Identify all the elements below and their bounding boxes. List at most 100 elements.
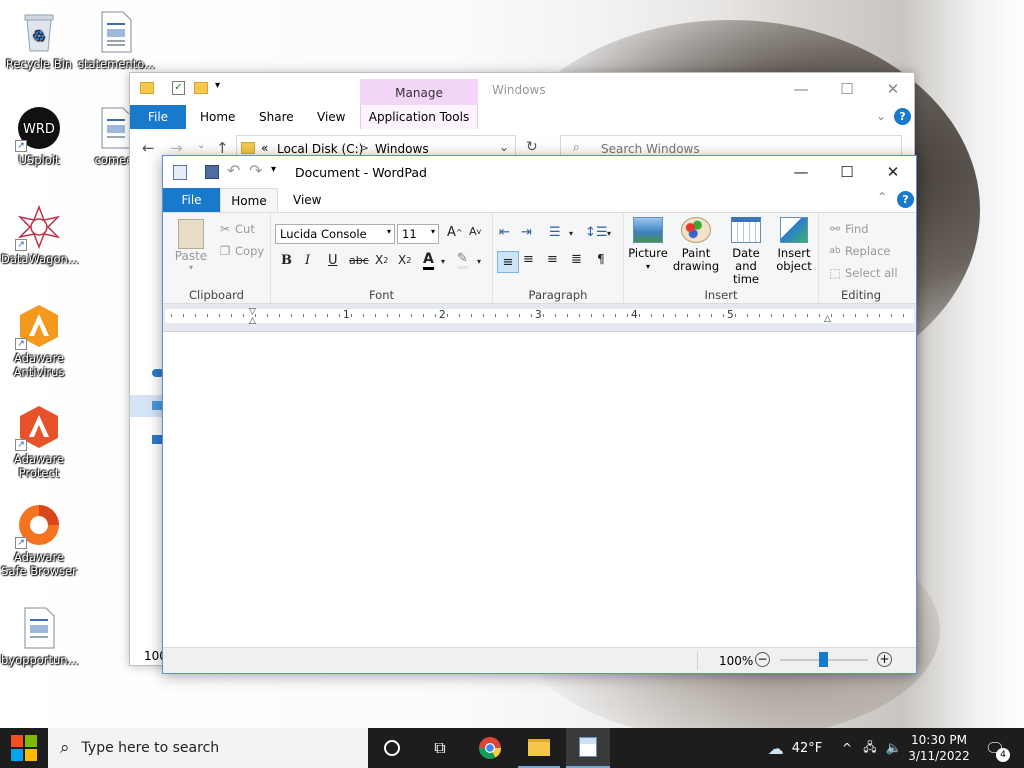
minimize-button[interactable]: —	[778, 73, 824, 105]
taskbar-search-box[interactable]: ⌕ Type here to search	[48, 728, 368, 768]
tab-view[interactable]: View	[293, 193, 321, 207]
tab-file[interactable]: File	[163, 188, 220, 212]
chevron-down-icon[interactable]: ▾	[607, 229, 611, 238]
show-hidden-icons-button[interactable]: ^	[838, 728, 856, 768]
desktop-icon-adaware-antivirus[interactable]: ↗ Adaware Antivirus	[1, 304, 77, 379]
italic-icon[interactable]: I	[305, 253, 310, 268]
bullets-icon[interactable]: ☰	[549, 225, 561, 240]
font-family-select[interactable]: Lucida Console ▾	[275, 224, 395, 244]
align-right-icon[interactable]: ≡	[547, 252, 558, 267]
decrease-indent-icon[interactable]: ⇤	[499, 225, 510, 240]
minimize-button[interactable]: —	[778, 156, 824, 188]
wordpad-taskbar-button[interactable]	[566, 728, 610, 768]
recent-dropdown-icon[interactable]: ⌄	[197, 140, 205, 151]
shrink-font-icon[interactable]: Av	[469, 225, 481, 238]
breadcrumb-overflow[interactable]: «	[261, 141, 268, 155]
font-color-icon[interactable]: A	[423, 251, 434, 270]
tab-view[interactable]: View	[317, 110, 345, 124]
zoom-out-button[interactable]: −	[755, 652, 770, 667]
paragraph-settings-icon[interactable]: ¶	[597, 252, 605, 266]
justify-icon[interactable]: ≣	[571, 252, 582, 267]
copy-button[interactable]: ❐ Copy	[215, 241, 265, 261]
address-dropdown-icon[interactable]: ⌄	[499, 140, 509, 154]
chevron-down-icon[interactable]: ▾	[477, 257, 481, 266]
tab-share[interactable]: Share	[259, 110, 294, 124]
paste-button[interactable]: Paste ▾	[173, 219, 209, 277]
volume-icon-button[interactable]: 🔈	[884, 728, 904, 768]
new-folder-icon[interactable]	[194, 82, 208, 94]
subscript-icon[interactable]: X2	[375, 253, 388, 267]
chevron-down-icon[interactable]: ▾	[569, 229, 573, 238]
replace-button[interactable]: ab Replace	[825, 241, 890, 261]
close-button[interactable]: ✕	[870, 156, 916, 188]
cut-button[interactable]: ✂ Cut	[215, 219, 255, 239]
desktop-icon-datawagon[interactable]: ↗ DataWagon...	[1, 205, 79, 266]
increase-indent-icon[interactable]: ⇥	[521, 225, 532, 240]
manage-tab[interactable]: Manage	[360, 79, 478, 105]
zoom-in-button[interactable]: +	[877, 652, 892, 667]
superscript-icon[interactable]: X2	[398, 253, 411, 267]
chevron-down-icon[interactable]: ⌄	[876, 109, 886, 123]
date-and-time-button[interactable]: Date and time	[722, 217, 770, 286]
nav-pane-this-pc-item[interactable]	[130, 395, 164, 417]
underline-icon[interactable]: U	[328, 253, 338, 268]
back-arrow-icon[interactable]: ←	[142, 139, 155, 157]
save-icon[interactable]	[205, 165, 219, 179]
tab-file[interactable]: File	[130, 105, 186, 129]
collapse-ribbon-icon[interactable]: ⌃	[877, 190, 887, 204]
quick-access-dropdown-icon[interactable]: ▾	[215, 80, 220, 91]
task-view-button[interactable]	[372, 728, 412, 768]
desktop-icon-statement[interactable]: statemento...	[78, 10, 155, 71]
clock[interactable]: 10:30 PM 3/11/2022	[906, 728, 972, 768]
help-icon[interactable]: ?	[897, 191, 914, 208]
font-size-select[interactable]: 11 ▾	[397, 224, 439, 244]
breadcrumb-windows[interactable]: Windows	[375, 142, 429, 156]
desktop-icon-byopportun[interactable]: byopportun...	[1, 606, 79, 667]
align-center-icon[interactable]: ≡	[523, 252, 534, 267]
highlight-icon[interactable]: ✎	[457, 251, 468, 269]
quick-access-dropdown-icon[interactable]: ▾	[271, 164, 276, 175]
select-all-button[interactable]: ⬚ Select all	[825, 263, 897, 283]
chevron-down-icon[interactable]: ▾	[441, 257, 445, 266]
properties-icon[interactable]: ✓	[172, 81, 185, 95]
picture-button[interactable]: Picture ▾	[628, 217, 668, 273]
network-icon-button[interactable]: 🖧	[860, 728, 880, 768]
wordpad-titlebar[interactable]: ↶ ↷ ▾ Document - WordPad — ☐ ✕	[163, 156, 916, 188]
start-button[interactable]	[0, 728, 48, 768]
refresh-icon[interactable]: ↻	[526, 139, 538, 155]
chrome-taskbar-button[interactable]	[470, 728, 510, 768]
tab-application-tools[interactable]: Application Tools	[360, 105, 478, 129]
insert-object-button[interactable]: Insert object	[772, 217, 816, 273]
line-spacing-icon[interactable]: ↕☰	[585, 225, 608, 240]
tab-home[interactable]: Home	[220, 188, 278, 213]
help-icon[interactable]: ?	[894, 108, 911, 125]
tab-home[interactable]: Home	[200, 110, 235, 124]
wordpad-window[interactable]: ↶ ↷ ▾ Document - WordPad — ☐ ✕ File Home…	[162, 155, 917, 674]
explorer-titlebar[interactable]: ✓ ▾ Manage Windows — ☐ ✕	[130, 73, 914, 105]
right-indent-marker[interactable]: △	[824, 314, 831, 324]
maximize-button[interactable]: ☐	[824, 73, 870, 105]
ruler[interactable]: ▽ △ △ 1 2 3 4 5	[163, 304, 916, 332]
weather-widget[interactable]: ☁ 42°F	[760, 728, 830, 768]
document-editing-area[interactable]	[163, 332, 916, 647]
align-left-icon[interactable]: ≡	[497, 251, 519, 273]
desktop-icon-usploit[interactable]: WRD ↗ USploit	[1, 106, 77, 167]
paint-drawing-button[interactable]: Paint drawing	[672, 217, 720, 273]
left-indent-marker[interactable]: △	[249, 316, 256, 326]
undo-icon[interactable]: ↶	[227, 161, 240, 180]
grow-font-icon[interactable]: A ^	[447, 225, 463, 240]
strikethrough-icon[interactable]: abc	[349, 254, 369, 267]
redo-icon[interactable]: ↷	[249, 161, 262, 180]
bold-icon[interactable]: B	[281, 253, 292, 268]
desktop-icon-adaware-safe-browser[interactable]: ↗ Adaware Safe Browser	[1, 503, 77, 578]
task-view-icon-button[interactable]: ⧉	[420, 728, 460, 768]
close-button[interactable]: ✕	[870, 73, 916, 105]
desktop-icon-adaware-protect[interactable]: ↗ Adaware Protect	[1, 405, 77, 480]
zoom-slider-thumb[interactable]	[819, 652, 828, 667]
maximize-button[interactable]: ☐	[824, 156, 870, 188]
find-button[interactable]: ⚯ Find	[825, 219, 869, 239]
action-center-button[interactable]: 🗨 4	[978, 728, 1012, 768]
breadcrumb-local-disk[interactable]: Local Disk (C:)	[277, 142, 363, 156]
desktop-icon-recycle-bin[interactable]: ♻ Recycle Bin	[1, 10, 77, 71]
file-explorer-taskbar-button[interactable]	[518, 728, 560, 768]
